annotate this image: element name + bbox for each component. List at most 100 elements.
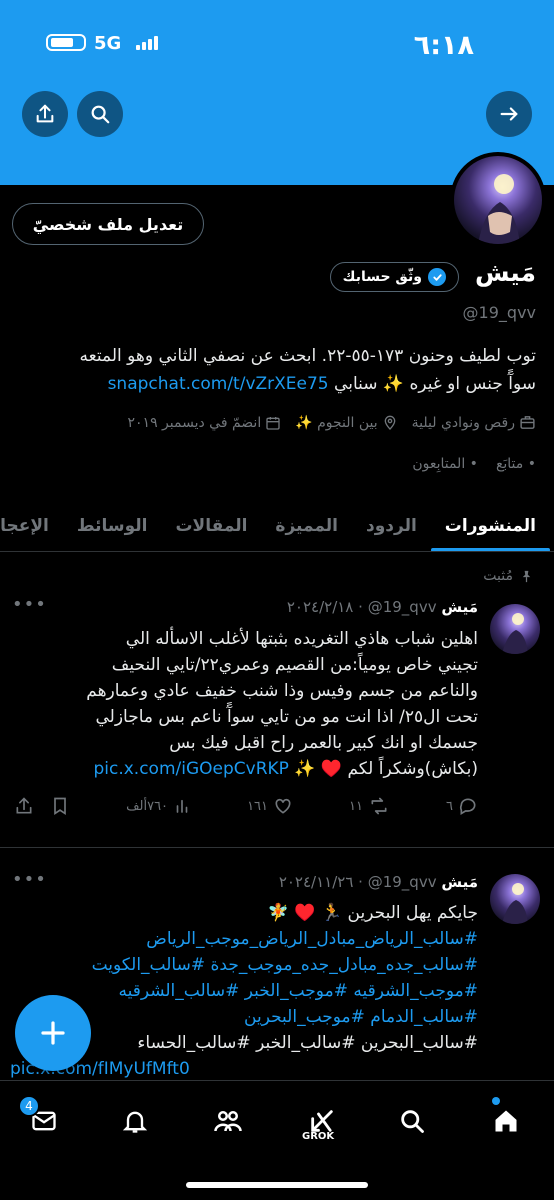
arrow-right-icon	[500, 107, 518, 121]
status-time: ٦:١٨	[413, 30, 474, 61]
nav-notifications[interactable]	[115, 1101, 155, 1141]
tab-media[interactable]: الوسائط	[63, 500, 162, 551]
pin-icon	[522, 570, 531, 582]
post-author-name[interactable]: مَيش	[441, 598, 478, 616]
post-line: جسمك او انك كبير بالعمر راح اقبل فيك بس	[169, 733, 478, 753]
post-media-link[interactable]: pic.x.com/fIMyUfMft0	[10, 1056, 478, 1082]
views-button[interactable]: ٧٦٠ألف	[126, 797, 191, 815]
retweet-count: ١١	[349, 798, 363, 814]
edit-profile-button[interactable]: تعديل ملف شخصيّ	[12, 203, 204, 245]
profile-bio: توب لطيف وحنون ١٧٣-٥٥-٢٢. ابحث عن نصفي ا…	[14, 342, 536, 398]
share-icon	[36, 104, 54, 123]
location-pin-icon	[384, 415, 395, 430]
compose-button[interactable]	[15, 995, 91, 1071]
like-count: ١٦١	[247, 798, 269, 814]
location-label: بين النجوم ✨	[295, 414, 378, 431]
home-indicator	[186, 1182, 368, 1188]
post-line: اهلين شباب هاذي التغريده بثبتها لأغلب ال…	[125, 629, 478, 649]
pinned-label: مُثبت	[483, 568, 513, 584]
post-avatar[interactable]	[490, 604, 540, 654]
messages-badge: 4	[18, 1095, 40, 1117]
verify-label: وثّق حسابك	[342, 269, 422, 285]
post-date[interactable]: ٢٠٢٤/٢/١٨	[287, 598, 354, 616]
followers-label: المتابِعون	[412, 456, 466, 472]
post-more-button[interactable]: •••	[12, 594, 47, 615]
avatar-image	[502, 613, 528, 654]
views-chart-icon	[176, 799, 188, 813]
following-label: متابَع	[495, 456, 524, 472]
more-icon: •••	[12, 869, 47, 890]
back-button[interactable]	[486, 91, 532, 137]
follow-stats: • متابَع • المتابِعون	[412, 456, 536, 472]
bookmark-icon[interactable]	[50, 796, 70, 816]
network-label: 5G	[94, 33, 122, 54]
post-media-link[interactable]: pic.x.com/iGOepCvRKP	[93, 759, 288, 779]
heart-icon	[275, 798, 291, 814]
category-label: رقص ونوادي ليلية	[411, 414, 515, 431]
more-icon: •••	[12, 594, 47, 615]
reply-icon	[459, 798, 476, 815]
status-bar: 5G ٦:١٨	[0, 0, 554, 86]
signal-icon	[136, 36, 158, 50]
retweet-icon	[371, 797, 387, 815]
people-icon	[214, 1111, 242, 1132]
hashtag-line[interactable]: #سالب_الرياض_مبادل_الرياض_موجب_الرياض	[10, 926, 478, 952]
profile-meta: رقص ونوادي ليلية بين النجوم ✨ انضمّ في د…	[16, 414, 536, 431]
search-button[interactable]	[77, 91, 123, 137]
post-last-line: (بكاش)وشكراً لكم ♥️ ✨ pic.x.com/iGOepCvR…	[14, 756, 478, 782]
post-line: جايكم يهل البحرين 🏃 ♥️ 🧚	[267, 903, 478, 923]
nav-search[interactable]	[392, 1101, 432, 1141]
post-header: مَيش @19_qvv · ٢٠٢٤/٢/١٨	[286, 598, 478, 616]
reply-count: ٦	[446, 798, 453, 814]
views-count: ٧٦٠ألف	[126, 798, 169, 814]
post-author-handle: @19_qvv	[367, 598, 437, 616]
profile-tabs: المنشورات الردود المميزة المقالات الوسائ…	[0, 500, 554, 552]
profile-avatar[interactable]	[450, 152, 546, 248]
briefcase-icon	[520, 416, 535, 429]
share-icon[interactable]	[14, 796, 34, 816]
nav-home[interactable]	[486, 1101, 526, 1141]
post-actions: ٦ ١١ ١٦١ ٧٦٠ألف	[14, 796, 478, 816]
following-link[interactable]: • متابَع	[496, 456, 536, 472]
post-author-name[interactable]: مَيش	[441, 873, 478, 891]
post-header: مَيش @19_qvv · ٢٠٢٤/١١/٢٦	[278, 873, 478, 891]
post-text: جايكم يهل البحرين 🏃 ♥️ 🧚 #سالب_الرياض_مب…	[10, 900, 540, 1082]
post-extra-actions	[14, 796, 70, 816]
retweet-button[interactable]: ١١	[349, 796, 390, 816]
hashtag-line[interactable]: #موجب_الشرقيه #موجب_الخبر #سالب_الشرقيه	[10, 978, 478, 1004]
tab-highlights[interactable]: المميزة	[261, 500, 352, 551]
profile-page: 5G ٦:١٨ تعديل ملف شخصيّ مَيش وثّق حسابك …	[0, 0, 554, 1200]
hashtag-line[interactable]: #سالب_جده_مبادل_جده_موجب_جدة #سالب_الكوي…	[10, 952, 478, 978]
post-more-button[interactable]: •••	[12, 869, 47, 890]
bell-icon	[122, 1111, 148, 1133]
post-line: والناعم من جسم وفيس وذا شنب خفيف عادي وع…	[86, 681, 478, 701]
post-author-handle: @19_qvv	[367, 873, 437, 891]
tab-replies[interactable]: الردود	[352, 500, 431, 551]
share-button[interactable]	[22, 91, 68, 137]
bio-link[interactable]: snapchat.com/t/vZrXEe75	[108, 374, 329, 394]
verify-account-button[interactable]: وثّق حسابك	[329, 262, 459, 292]
bio-line-1: توب لطيف وحنون ١٧٣-٥٥-٢٢. ابحث عن نصفي ا…	[79, 346, 536, 366]
home-new-dot	[492, 1097, 500, 1105]
post-date[interactable]: ٢٠٢٤/١١/٢٦	[279, 873, 354, 891]
pinned-indicator: مُثبت	[483, 568, 534, 584]
verified-badge-icon	[428, 268, 446, 286]
bio-line-2-text: سوآً جنس او غيره ✨ سنابي	[328, 374, 536, 394]
post-line: تجيني خاص يومياً:من القصيم وعمري٢٢/تايي …	[111, 655, 478, 675]
search-icon	[401, 1110, 424, 1133]
nav-communities[interactable]	[208, 1101, 248, 1141]
post-line: (بكاش)وشكراً لكم ♥️ ✨	[288, 759, 478, 779]
calendar-icon	[266, 416, 280, 430]
reply-button[interactable]: ٦	[446, 796, 478, 816]
category-item: رقص ونوادي ليلية	[412, 414, 536, 431]
battery-icon	[46, 34, 86, 51]
avatar-image	[478, 174, 520, 244]
like-button[interactable]: ١٦١	[247, 796, 293, 816]
plus-icon	[41, 1021, 65, 1045]
tab-articles[interactable]: المقالات	[161, 500, 261, 551]
followers-link[interactable]: • المتابِعون	[412, 456, 478, 472]
post-text: اهلين شباب هاذي التغريده بثبتها لأغلب ال…	[14, 626, 478, 782]
tab-likes[interactable]: الإعجابات	[0, 500, 63, 551]
profile-name: مَيش	[474, 258, 536, 287]
tab-posts[interactable]: المنشورات	[430, 500, 551, 551]
